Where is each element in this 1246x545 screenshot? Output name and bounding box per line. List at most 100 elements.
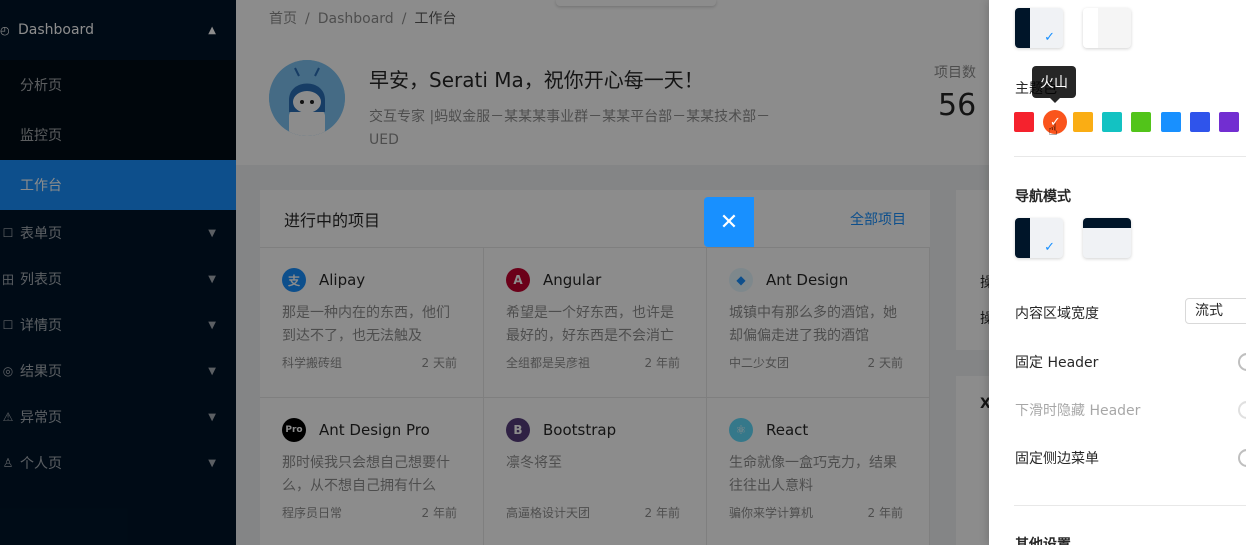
- project-name[interactable]: React: [766, 421, 808, 439]
- project-time: 2 年前: [421, 506, 457, 520]
- project-description: 那是一种内在的东西，他们到达不了，也无法触及: [282, 305, 450, 344]
- check-icon: ✓: [1044, 30, 1055, 45]
- project-group[interactable]: 中二少女团: [729, 354, 789, 371]
- sidebar-item-label: Dashboard: [18, 22, 94, 38]
- project-description: 希望是一个好东西，也许是最好的，好东西是不会消亡的: [506, 305, 674, 344]
- hide-header-label: 下滑时隐藏 Header: [1015, 403, 1141, 419]
- sidebar-item-profile[interactable]: ☐ 详情页 ▼: [0, 302, 236, 348]
- dark-style-thumb[interactable]: ✓: [1015, 8, 1063, 48]
- sidebar-item-workplace[interactable]: 工作台: [0, 160, 236, 210]
- chevron-down-icon: ▼: [208, 227, 216, 239]
- top-menu-layout-thumb[interactable]: [1083, 218, 1131, 258]
- projects-card-header: 进行中的项目 全部项目: [260, 190, 930, 248]
- chevron-down-icon: ▼: [208, 319, 216, 331]
- project-name[interactable]: Ant Design: [766, 271, 848, 289]
- sidebar-item-label: 个人页: [20, 456, 62, 472]
- user-role: 交互专家 |蚂蚁金服－某某某事业群－某某平台部－某某技术部－UED: [369, 109, 771, 148]
- project-time: 2 年前: [644, 506, 680, 520]
- theme-color-swatch[interactable]: [1101, 112, 1122, 132]
- sidebar-item-label: 表单页: [20, 226, 62, 242]
- project-card[interactable]: ◆ Ant Design 城镇中有那么多的酒馆，她却偏偏走进了我的酒馆 中二少女团 2 …: [707, 248, 930, 398]
- form-icon: ☐: [2, 226, 14, 240]
- project-card[interactable]: Pro Ant Design Pro 那时候我只会想自己想要什么，从不想自己拥有什么…: [260, 398, 484, 545]
- ant-design-icon: ◆: [729, 268, 753, 292]
- project-description: 那时候我只会想自己想要什么，从不想自己拥有什么: [282, 455, 450, 494]
- theme-color-swatch[interactable]: [1160, 112, 1181, 132]
- project-card[interactable]: 支 Alipay 那是一种内在的东西，他们到达不了，也无法触及科学搬砖组 2 天前: [260, 248, 484, 398]
- sidebar-item-form[interactable]: ☐ 表单页 ▼: [0, 210, 236, 256]
- sidebar-item-label: 详情页: [20, 318, 62, 334]
- avatar: [269, 60, 345, 136]
- theme-color-swatch[interactable]: [1072, 112, 1093, 132]
- project-card[interactable]: B Bootstrap 凛冬将至 高逼格设计天团 2 年前: [484, 398, 707, 545]
- other-settings-label: 其他设置: [1015, 537, 1071, 545]
- projects-grid: 支 Alipay 那是一种内在的东西，他们到达不了，也无法触及 科学搬砖组 2 天前 A A…: [260, 248, 930, 545]
- color-tooltip: 火山: [1032, 66, 1076, 103]
- theme-color-swatch[interactable]: [1014, 112, 1034, 132]
- profile-icon: ☐: [2, 318, 14, 332]
- theme-color-swatch[interactable]: [1219, 112, 1240, 132]
- project-name[interactable]: Bootstrap: [543, 421, 616, 439]
- dashboard-icon: ◴: [0, 23, 10, 37]
- chevron-down-icon: ▼: [208, 411, 216, 423]
- project-footer: 高逼格设计天团 2 年前: [506, 504, 680, 521]
- content-width-select[interactable]: 流式: [1185, 298, 1246, 324]
- project-group[interactable]: 全组都是吴彦祖: [506, 354, 590, 371]
- project-card-header: 支 Alipay: [282, 268, 461, 292]
- theme-color-swatch[interactable]: [1131, 112, 1152, 132]
- project-time: 2 天前: [421, 356, 457, 370]
- sidebar-item-analysis[interactable]: 分析页: [0, 60, 236, 110]
- theme-color-swatch[interactable]: [1189, 112, 1210, 132]
- sidebar-item-monitor[interactable]: 监控页: [0, 110, 236, 160]
- fixed-sidebar-label: 固定侧边菜单: [1015, 451, 1099, 467]
- project-group[interactable]: 骗你来学计算机: [729, 504, 813, 521]
- close-drawer-button[interactable]: ✕: [704, 197, 754, 247]
- breadcrumb-dashboard[interactable]: Dashboard: [318, 11, 394, 27]
- project-description: 生命就像一盒巧克力，结果往往出人意料: [729, 455, 897, 494]
- sidebar-item-list[interactable]: 田 列表页 ▼: [0, 256, 236, 302]
- check-icon: ✓: [1044, 240, 1055, 255]
- chevron-up-icon: ▲: [208, 24, 216, 36]
- light-style-thumb[interactable]: [1083, 8, 1131, 48]
- project-group[interactable]: 程序员日常: [282, 504, 342, 521]
- project-name[interactable]: Ant Design Pro: [319, 421, 430, 439]
- project-name[interactable]: Alipay: [319, 271, 365, 289]
- project-time: 2 年前: [867, 506, 903, 520]
- sidebar-item-account[interactable]: ♙ 个人页 ▼: [0, 440, 236, 486]
- user-icon: ♙: [2, 456, 14, 470]
- project-description: 凛冬将至: [506, 455, 562, 471]
- projects-card: 进行中的项目 全部项目 支 Alipay 那是一种内在的东西，他们到达不了，也无法触…: [260, 190, 930, 545]
- project-card-header: Pro Ant Design Pro: [282, 418, 461, 442]
- project-description: 城镇中有那么多的酒馆，她却偏偏走进了我的酒馆: [729, 305, 897, 344]
- project-group[interactable]: 科学搬砖组: [282, 354, 342, 371]
- close-icon: ✕: [719, 209, 739, 235]
- chevron-down-icon: ▼: [208, 273, 216, 285]
- sidebar-item-dashboard[interactable]: ◴ Dashboard ▲: [0, 0, 236, 60]
- project-footer: 骗你来学计算机 2 年前: [729, 504, 903, 521]
- project-name[interactable]: Angular: [543, 271, 601, 289]
- angular-icon: A: [506, 268, 530, 292]
- projects-title: 进行中的项目: [284, 210, 381, 230]
- app-root: ◴ Dashboard ▲ 分析页 监控页 工作台 ☐ 表单页 ▼ 田 列表页 …: [0, 0, 1246, 545]
- project-card[interactable]: ⚛ React 生命就像一盒巧克力，结果往往出人意料 骗你来学计算机 2 年前: [707, 398, 930, 545]
- warning-icon: ⚠: [2, 410, 14, 424]
- project-count-value: 56: [938, 88, 977, 123]
- sidebar-item-result[interactable]: ◎ 结果页 ▼: [0, 348, 236, 394]
- breadcrumb-home[interactable]: 首页: [269, 11, 297, 27]
- side-menu-layout-thumb[interactable]: ✓: [1015, 218, 1063, 258]
- project-group[interactable]: 高逼格设计天团: [506, 504, 590, 521]
- project-card[interactable]: A Angular 希望是一个好东西，也许是最好的，好东西是不会消亡的全组都是吴彦祖…: [484, 248, 707, 398]
- project-footer: 科学搬砖组 2 天前: [282, 354, 457, 371]
- project-footer: 程序员日常 2 年前: [282, 504, 457, 521]
- alipay-icon: 支: [282, 268, 306, 292]
- divider: [1014, 505, 1246, 506]
- sidebar-item-label: 异常页: [20, 410, 62, 426]
- pointer-cursor-icon: ☝: [1048, 120, 1058, 139]
- divider: [1014, 156, 1246, 157]
- content-width-label: 内容区域宽度: [1015, 306, 1099, 322]
- top-handle: [556, 0, 716, 6]
- project-count-label: 项目数: [934, 65, 976, 81]
- sidebar-item-exception[interactable]: ⚠ 异常页 ▼: [0, 394, 236, 440]
- project-time: 2 年前: [644, 356, 680, 370]
- all-projects-link[interactable]: 全部项目: [850, 209, 906, 229]
